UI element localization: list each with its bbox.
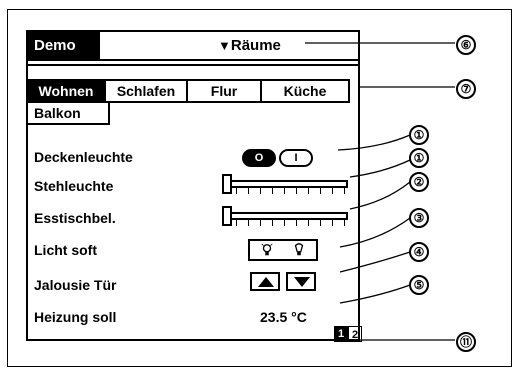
callout-number: ④ xyxy=(409,242,429,262)
callout-number: ① xyxy=(409,148,429,168)
callout-number: ⑥ xyxy=(456,35,476,55)
callout-4: ④ xyxy=(409,240,429,262)
callout-number: ⑤ xyxy=(409,275,429,295)
callout-11: ⑪ xyxy=(456,330,476,352)
callout-2: ② xyxy=(409,170,429,192)
callout-number: ③ xyxy=(409,208,429,228)
callout-6: ⑥ xyxy=(456,33,476,55)
callout-1a: ① xyxy=(409,123,429,145)
callout-number: ① xyxy=(409,125,429,145)
callout-1b: ① xyxy=(409,146,429,168)
callout-leaders xyxy=(305,42,455,341)
callout-number: ② xyxy=(409,172,429,192)
callout-5: ⑤ xyxy=(409,273,429,295)
callout-3: ③ xyxy=(409,206,429,228)
callout-number: ⑪ xyxy=(456,332,476,352)
callout-number: ⑦ xyxy=(456,79,476,99)
callout-7: ⑦ xyxy=(456,77,476,99)
